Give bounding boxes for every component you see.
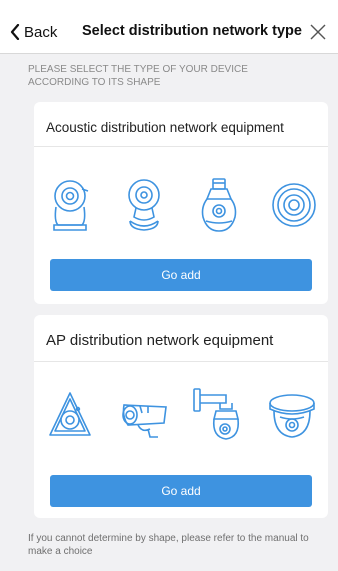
pan-tilt-camera-icon [53, 180, 89, 231]
bulb-camera-icon [201, 178, 237, 232]
disc-camera-icon [272, 183, 316, 227]
acoustic-network-card: Acoustic distribution network equipment [34, 102, 328, 304]
go-add-button[interactable]: Go add [50, 475, 312, 507]
section-title: AP distribution network equipment [46, 332, 274, 349]
device-icon-row [34, 177, 328, 233]
go-add-button[interactable]: Go add [50, 259, 312, 291]
divider [34, 146, 328, 147]
help-text: If you cannot determine by shape, please… [28, 533, 309, 557]
navigation-bar: Back Select distribution network type [0, 10, 338, 54]
fisheye-camera-icon [49, 392, 91, 436]
divider [34, 361, 328, 362]
back-button[interactable]: Back [10, 19, 57, 45]
back-label: Back [24, 23, 58, 41]
cube-camera-icon [128, 179, 160, 231]
speed-dome-camera-icon [193, 388, 240, 440]
status-bar [0, 0, 338, 10]
dome-camera-icon [269, 394, 315, 438]
device-icon-row [34, 385, 328, 445]
section-title: Acoustic distribution network equipment [46, 120, 284, 135]
bullet-camera-icon [122, 404, 167, 438]
instruction-text: PLEASE SELECT THE TYPE OF YOUR DEVICE AC… [28, 64, 248, 88]
chevron-left-icon [10, 24, 20, 40]
page-title: Select distribution network type [82, 23, 302, 39]
close-icon[interactable] [308, 22, 328, 42]
ap-network-card: AP distribution network equipment Go add [34, 315, 328, 518]
